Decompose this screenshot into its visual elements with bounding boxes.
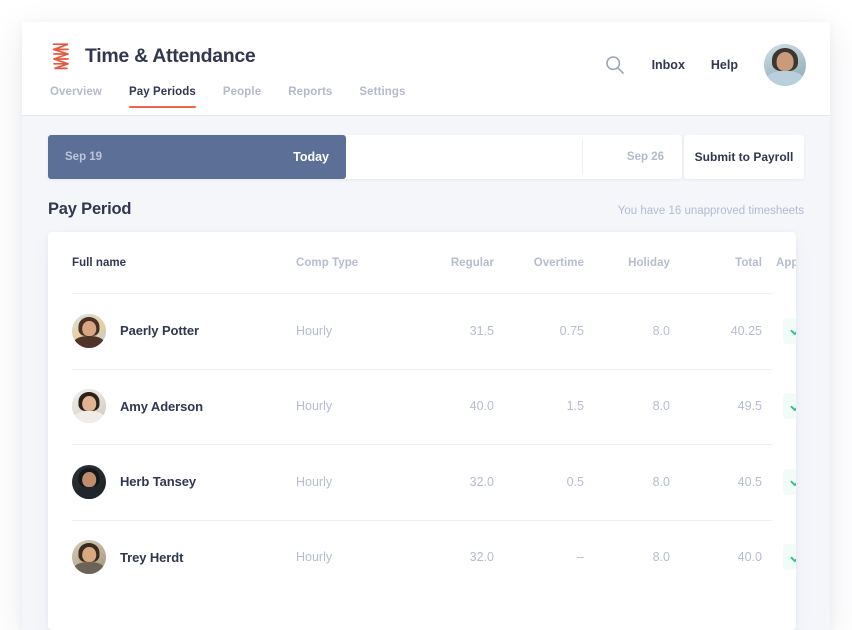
employee-name: Herb Tansey — [120, 474, 196, 490]
cell-total: 40.5 — [737, 474, 762, 489]
cell-approve — [776, 468, 796, 495]
period-progress-track[interactable]: Sep 19 Today Sep 26 — [48, 135, 682, 179]
employee-cell: Amy Aderson — [72, 389, 284, 424]
column-header-total: Total — [735, 256, 762, 269]
cell-overtime: 0.5 — [566, 474, 584, 489]
tab-pay-periods[interactable]: Pay Periods — [128, 86, 196, 108]
avatar — [72, 389, 106, 424]
column-header-overtime: Overtime — [533, 256, 584, 269]
avatar — [72, 464, 106, 499]
cell-comp-type: Hourly — [296, 474, 333, 489]
column-header-approve: Approve — [776, 256, 796, 269]
tab-settings[interactable]: Settings — [359, 86, 405, 108]
cell-approve — [776, 393, 796, 420]
period-progress-fill: Sep 19 Today — [48, 135, 346, 179]
check-icon — [790, 330, 796, 336]
app-window: Time & Attendance Overview Pay Periods P… — [22, 22, 830, 630]
avatar — [72, 540, 106, 575]
cell-regular: 40.0 — [469, 399, 494, 414]
period-today-label: Today — [293, 150, 329, 164]
employee-name: Amy Aderson — [120, 398, 203, 414]
pay-period-bar: Sep 19 Today Sep 26 Submit to Payroll — [48, 135, 804, 179]
cell-comp-type: Hourly — [296, 399, 333, 414]
search-icon[interactable] — [604, 54, 626, 76]
tab-label: Overview — [50, 86, 102, 98]
column-header-comp-type: Comp Type — [296, 256, 359, 269]
column-header-holiday: Holiday — [628, 256, 670, 269]
app-header: Time & Attendance Overview Pay Periods P… — [22, 22, 830, 115]
period-divider — [582, 139, 583, 175]
check-icon — [790, 556, 796, 562]
cell-approve — [776, 317, 796, 344]
table-row[interactable]: Herb Tansey Hourly 32.0 0.5 8.0 40.5 — [48, 444, 796, 520]
cell-holiday: 8.0 — [652, 399, 670, 414]
unapproved-timesheets-note: You have 16 unapproved timesheets — [617, 205, 804, 217]
employee-cell: Paerly Potter — [72, 313, 284, 348]
app-title: Time & Attendance — [85, 44, 256, 67]
period-start-date: Sep 19 — [65, 151, 103, 163]
cell-overtime: 1.5 — [566, 399, 584, 414]
cell-holiday: 8.0 — [652, 474, 670, 489]
table-row[interactable]: Paerly Potter Hourly 31.5 0.75 8.0 40.25 — [48, 293, 796, 369]
table-row[interactable]: Trey Herdt Hourly 32.0 – 8.0 40.0 — [48, 519, 796, 596]
section-header: Pay Period You have 16 unapproved timesh… — [48, 200, 804, 226]
cell-overtime: – — [577, 550, 584, 565]
column-header-regular: Regular — [450, 256, 494, 269]
cell-comp-type: Hourly — [296, 323, 333, 338]
cell-overtime: 0.75 — [559, 323, 584, 338]
cell-comp-type: Hourly — [296, 550, 333, 565]
column-header-full-name: Full name — [72, 256, 127, 269]
cell-regular: 32.0 — [469, 550, 494, 565]
inbox-link[interactable]: Inbox — [652, 58, 685, 72]
header-actions: Inbox Help — [604, 44, 806, 86]
table-header-row: Full name Comp Type Regular Overtime Hol… — [48, 232, 796, 293]
employee-name: Trey Herdt — [120, 549, 184, 565]
zigzag-z-logo-icon — [52, 43, 69, 70]
main-tabs: Overview Pay Periods People Reports Sett… — [50, 86, 433, 108]
cell-regular: 32.0 — [469, 474, 494, 489]
tab-overview[interactable]: Overview — [50, 86, 102, 108]
approve-checkbox[interactable] — [783, 468, 796, 495]
cell-holiday: 8.0 — [652, 550, 670, 565]
approve-checkbox[interactable] — [783, 393, 796, 420]
approve-checkbox[interactable] — [783, 544, 796, 571]
user-avatar[interactable] — [764, 44, 806, 86]
approve-checkbox[interactable] — [783, 317, 796, 344]
employee-cell: Herb Tansey — [72, 464, 284, 499]
tab-people[interactable]: People — [223, 86, 261, 108]
check-icon — [790, 405, 796, 411]
tab-label: Reports — [288, 86, 333, 98]
help-link[interactable]: Help — [711, 58, 738, 72]
cell-approve — [776, 544, 796, 571]
cell-holiday: 8.0 — [652, 323, 670, 338]
cell-total: 49.5 — [737, 399, 762, 414]
cell-regular: 31.5 — [469, 323, 494, 338]
period-end-date: Sep 26 — [626, 151, 664, 163]
table-row[interactable]: Amy Aderson Hourly 40.0 1.5 8.0 49.5 — [48, 368, 796, 445]
timesheet-table: Full name Comp Type Regular Overtime Hol… — [48, 232, 796, 630]
tab-label: Settings — [359, 86, 406, 98]
brand: Time & Attendance — [48, 41, 256, 71]
check-icon — [790, 481, 796, 487]
employee-cell: Trey Herdt — [72, 540, 284, 575]
tab-label: Pay Periods — [128, 86, 196, 98]
cell-total: 40.25 — [730, 323, 762, 338]
cell-total: 40.0 — [737, 550, 762, 565]
tab-reports[interactable]: Reports — [288, 86, 332, 108]
avatar — [72, 313, 106, 348]
tab-label: People — [222, 86, 262, 98]
submit-to-payroll-button[interactable]: Submit to Payroll — [684, 135, 804, 179]
employee-name: Paerly Potter — [120, 323, 199, 339]
page-title: Pay Period — [48, 200, 132, 218]
